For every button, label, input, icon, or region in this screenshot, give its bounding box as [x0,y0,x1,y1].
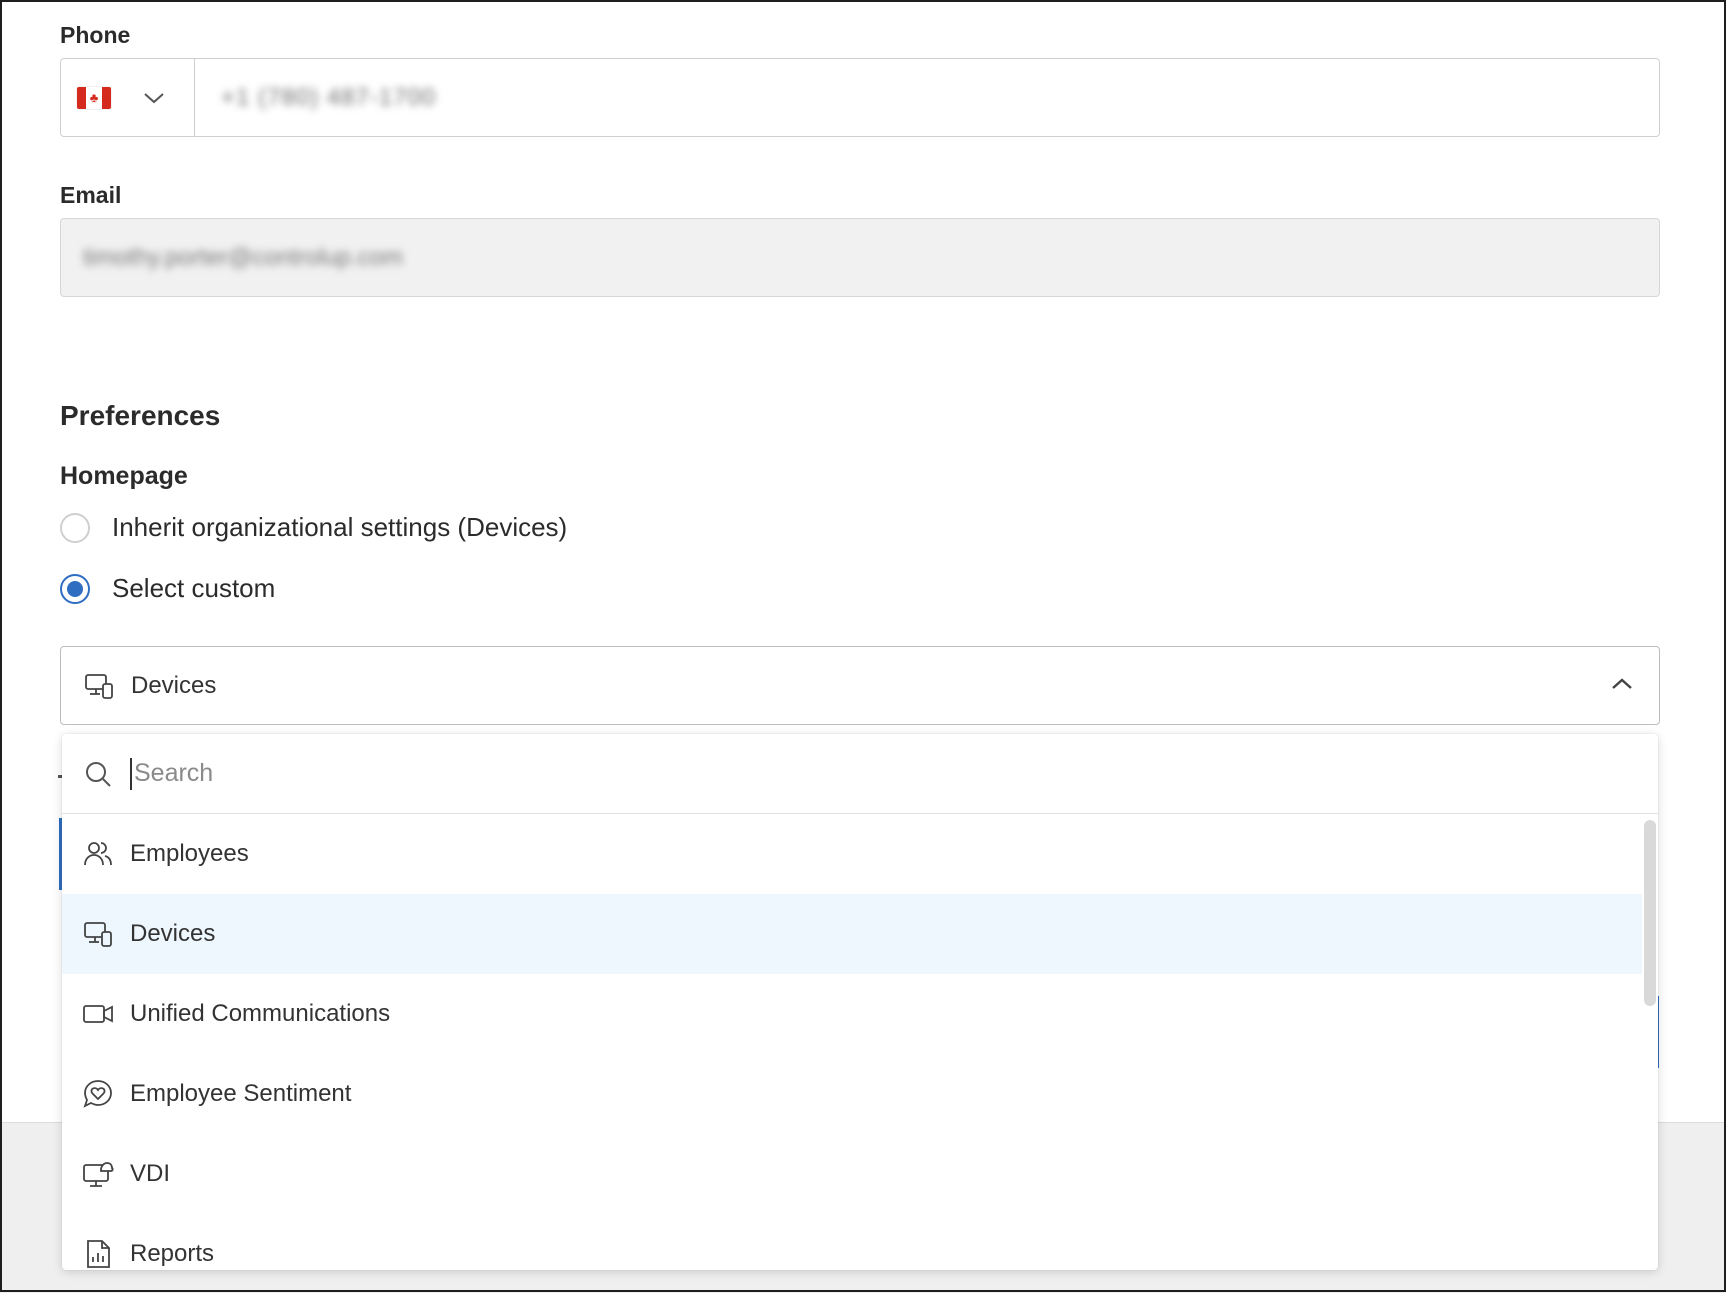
employees-icon [82,838,114,870]
dropdown-item-label: Employees [130,840,249,867]
dropdown-item-label: Employee Sentiment [130,1080,352,1107]
video-camera-icon [82,998,114,1030]
phone-label: Phone [60,22,131,48]
preferences-title: Preferences [60,400,221,431]
dropdown-item-employees[interactable]: Employees [62,814,1642,894]
devices-icon [82,918,114,950]
scrollbar-thumb[interactable] [1644,820,1656,1006]
canada-flag-icon: ♣ [77,86,111,109]
phone-field-group: ♣ +1 (780) 487-1700 [60,58,1660,137]
dropdown-item-devices[interactable]: Devices [62,894,1642,974]
homepage-select[interactable]: Devices [60,646,1660,725]
chevron-down-icon [144,92,164,103]
radio-label: Select custom [112,573,276,603]
dropdown-item-unified-communications[interactable]: Unified Communications [62,974,1642,1054]
homepage-dropdown-menu: Employees Devices Unified Communicatio [62,734,1658,1270]
radio-select-custom[interactable]: Select custom [60,573,275,604]
radio-button-unchecked[interactable] [60,512,90,543]
dropdown-item-employee-sentiment[interactable]: Employee Sentiment [62,1054,1642,1134]
dropdown-search [62,734,1658,814]
country-code-select[interactable]: ♣ [61,59,195,136]
devices-icon [83,670,115,702]
radio-button-checked[interactable] [60,573,90,604]
search-icon [82,758,114,790]
dropdown-item-label: VDI [130,1160,171,1187]
homepage-title: Homepage [60,462,188,490]
radio-label: Inherit organizational settings (Devices… [112,512,568,542]
dropdown-item-vdi[interactable]: VDI [62,1134,1642,1214]
cloud-monitor-icon [82,1158,114,1190]
dropdown-item-label: Unified Communications [130,1000,391,1027]
dropdown-item-label: Devices [130,920,216,947]
selected-value: Devices [131,671,217,699]
radio-inherit-org-settings[interactable]: Inherit organizational settings (Devices… [60,512,567,543]
email-field[interactable]: timothy.porter@controlup.com [60,218,1660,297]
chevron-up-icon[interactable] [1611,677,1633,691]
email-label: Email [60,182,122,208]
dropdown-item-label: Reports [130,1240,215,1267]
heart-chat-icon [82,1078,114,1110]
email-value: timothy.porter@controlup.com [83,243,404,271]
phone-input[interactable]: +1 (780) 487-1700 [195,59,1659,136]
report-document-icon [82,1238,114,1270]
dropdown-list: Employees Devices Unified Communications… [62,814,1658,1270]
search-input[interactable] [130,757,1436,790]
dropdown-item-reports[interactable]: Reports [62,1214,1642,1270]
